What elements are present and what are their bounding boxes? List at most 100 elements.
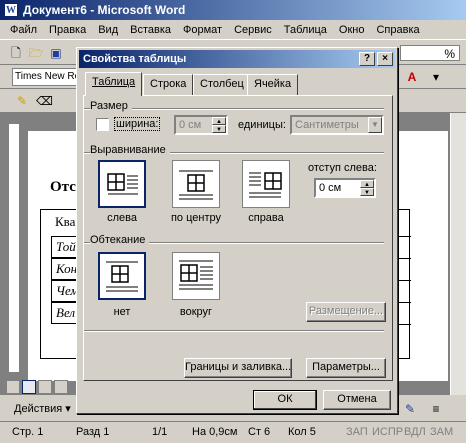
window-titlebar: W Документ6 - Microsoft Word — [0, 0, 466, 20]
word-app-icon[interactable]: W — [4, 3, 18, 17]
chevron-down-icon[interactable]: ▼ — [368, 117, 382, 133]
actions-menu[interactable]: Действия ▾ — [14, 402, 71, 415]
align-left-icon — [107, 173, 138, 195]
status-pages: 1/1 — [152, 426, 168, 438]
font-name-combobox[interactable]: Times New Roman — [12, 68, 78, 86]
width-label: ширина: — [114, 117, 161, 131]
options-button[interactable]: Параметры... — [306, 358, 386, 378]
print-layout-view-icon[interactable] — [38, 380, 52, 394]
eraser-icon[interactable]: ⌫ — [36, 93, 53, 109]
tab-cell[interactable]: Ячейка — [247, 74, 299, 96]
wrap-none-icon — [106, 261, 138, 292]
width-spinner[interactable]: ▲ ▼ — [212, 117, 226, 133]
menu-item-window[interactable]: Окно — [333, 24, 371, 36]
units-label: единицы: — [238, 119, 286, 131]
zoom-combobox[interactable]: % — [400, 45, 460, 61]
positioning-button[interactable]: Размещение... — [306, 302, 386, 322]
help-button[interactable]: ? — [359, 52, 375, 66]
status-page: Стр. 1 — [12, 426, 44, 438]
units-value: Сантиметры — [295, 119, 359, 131]
indent-label: отступ слева: — [308, 162, 377, 174]
tab-table[interactable]: Таблица — [85, 72, 143, 96]
size-group-label: Размер — [90, 100, 132, 112]
pencil-icon[interactable]: ✎ — [14, 93, 30, 109]
tab-row-label: Строка — [150, 78, 187, 90]
status-rec[interactable]: ЗАП — [346, 426, 368, 438]
align-left-label: слева — [107, 212, 137, 224]
vertical-ruler — [8, 123, 20, 373]
spin-up-icon[interactable]: ▲ — [360, 180, 374, 188]
vertical-scrollbar[interactable] — [450, 113, 466, 395]
menu-item-table[interactable]: Таблица — [278, 24, 333, 36]
menu-item-file[interactable]: Файл — [4, 24, 43, 36]
wrap-none-option[interactable] — [98, 252, 146, 300]
alignment-group-label: Выравнивание — [90, 144, 170, 156]
wrap-none-label: нет — [113, 306, 131, 318]
menu-item-edit[interactable]: Правка — [43, 24, 92, 36]
indent-value: 0 см — [319, 182, 342, 194]
width-value: 0 см — [179, 119, 202, 131]
status-trk[interactable]: ИСПР — [372, 426, 403, 438]
status-position: На 0,9см — [192, 426, 238, 438]
menu-item-tools[interactable]: Сервис — [228, 24, 278, 36]
line-style-icon[interactable]: ≡ — [428, 401, 444, 417]
status-section: Разд 1 — [76, 426, 110, 438]
status-column: Кол 5 — [288, 426, 316, 438]
view-buttons — [0, 380, 80, 396]
tab-column[interactable]: Столбец — [193, 74, 251, 96]
tab-column-label: Столбец — [200, 78, 244, 90]
tab-panel-table: Размер ширина: 0 см ▲ ▼ единицы: Сантимет… — [83, 95, 393, 381]
align-right-icon — [249, 172, 282, 198]
tab-row[interactable]: Строка — [143, 74, 194, 96]
wrapping-group-label: Обтекание — [90, 234, 150, 246]
menu-item-format[interactable]: Формат — [177, 24, 228, 36]
menu-item-view[interactable]: Вид — [92, 24, 124, 36]
units-select[interactable]: Сантиметры ▼ — [290, 115, 384, 135]
tab-table-label: Таблица — [92, 76, 136, 88]
spin-down-icon[interactable]: ▼ — [212, 125, 226, 133]
actions-label: Действия — [14, 403, 63, 415]
spin-down-icon[interactable]: ▼ — [360, 188, 374, 196]
width-checkbox[interactable] — [96, 118, 109, 131]
status-line: Ст 6 — [248, 426, 271, 438]
font-color-icon[interactable]: A — [404, 69, 420, 85]
outline-view-icon[interactable] — [54, 380, 68, 394]
tab-cell-label: Ячейка — [254, 78, 292, 90]
align-center-label: по центру — [170, 212, 222, 224]
align-center-icon — [179, 170, 213, 200]
status-ovr[interactable]: ЗАМ — [430, 426, 453, 438]
menu-bar: Файл Правка Вид Вставка Формат Сервис Та… — [0, 20, 466, 40]
line-color-icon[interactable]: ✎ — [402, 401, 418, 417]
window-title: Документ6 - Microsoft Word — [23, 3, 186, 17]
menu-item-insert[interactable]: Вставка — [124, 24, 177, 36]
cancel-button[interactable]: Отмена — [323, 390, 391, 410]
document-heading: Отс — [50, 179, 76, 195]
wrap-around-label: вокруг — [179, 306, 213, 318]
status-bar: Стр. 1 Разд 1 1/1 На 0,9см Ст 6 Кол 5 ЗА… — [0, 421, 466, 443]
dialog-title: Свойства таблицы — [83, 53, 187, 65]
wrap-around-option[interactable] — [172, 252, 220, 300]
align-right-option[interactable] — [242, 160, 290, 208]
web-layout-view-icon[interactable] — [22, 380, 36, 394]
ok-button[interactable]: ОК — [253, 390, 317, 410]
align-left-option[interactable] — [98, 160, 146, 208]
open-folder-icon[interactable]: 🗁 — [28, 45, 44, 61]
spin-up-icon[interactable]: ▲ — [212, 117, 226, 125]
table-properties-dialog: Свойства таблицы ? × Таблица Строка Стол… — [76, 47, 398, 414]
align-center-option[interactable] — [172, 160, 220, 208]
chevron-down-icon: ▾ — [65, 403, 71, 415]
align-right-label: справа — [248, 212, 284, 224]
wrap-around-icon — [179, 260, 213, 290]
chevron-down-icon[interactable]: ▾ — [428, 69, 444, 85]
zoom-percent: % — [444, 47, 455, 61]
indent-spinner[interactable]: ▲ ▼ — [360, 180, 374, 196]
normal-view-icon[interactable] — [6, 380, 20, 394]
borders-shading-button[interactable]: Границы и заливка... — [184, 358, 292, 378]
bottom-divider — [84, 330, 384, 332]
new-document-icon[interactable]: 🗋 — [8, 45, 24, 61]
dialog-titlebar: Свойства таблицы — [79, 50, 395, 68]
close-icon[interactable]: × — [377, 52, 393, 66]
status-ext[interactable]: ВДЛ — [404, 426, 426, 438]
menu-item-help[interactable]: Справка — [370, 24, 425, 36]
save-icon[interactable]: ▣ — [48, 45, 64, 61]
